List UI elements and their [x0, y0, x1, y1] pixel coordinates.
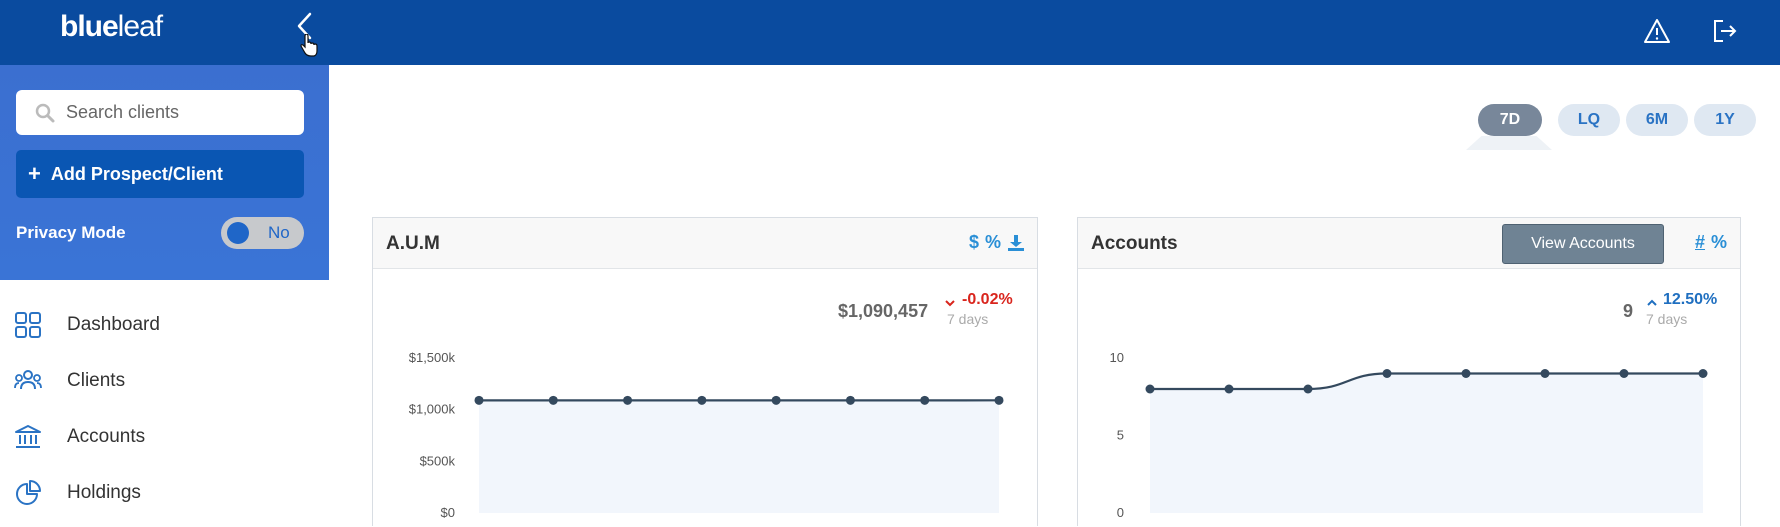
- blueleaf-logo[interactable]: blueleaf: [60, 10, 162, 44]
- y-tick-label: 0: [1117, 505, 1124, 520]
- sidebar-item-clients[interactable]: Clients: [0, 356, 329, 406]
- search-clients-input[interactable]: [66, 90, 296, 135]
- data-point[interactable]: [920, 396, 929, 405]
- y-tick-label: $0: [441, 505, 455, 520]
- sidebar-item-label: Holdings: [67, 482, 141, 504]
- range-6m-button[interactable]: 6M: [1626, 104, 1688, 136]
- data-point[interactable]: [1225, 385, 1234, 394]
- sidebar-item-label: Accounts: [67, 426, 145, 448]
- sidebar-panel: + Add Prospect/Client Privacy Mode No: [0, 65, 329, 280]
- data-point[interactable]: [697, 396, 706, 405]
- privacy-mode-toggle[interactable]: No: [221, 217, 304, 249]
- data-point[interactable]: [772, 396, 781, 405]
- dashboard-grid-icon: [14, 311, 42, 339]
- logout-icon[interactable]: [1711, 18, 1739, 44]
- plus-icon: +: [28, 161, 41, 187]
- sidebar-item-dashboard[interactable]: Dashboard: [0, 300, 329, 350]
- pie-chart-icon: [14, 479, 42, 507]
- y-tick-label: 5: [1117, 428, 1124, 443]
- y-tick-label: $500k: [420, 453, 456, 468]
- toggle-value: No: [268, 223, 290, 243]
- data-point[interactable]: [1146, 385, 1155, 394]
- data-point[interactable]: [1304, 385, 1313, 394]
- data-point[interactable]: [1462, 369, 1471, 378]
- people-icon: [14, 367, 42, 395]
- hand-cursor-icon: [300, 34, 318, 58]
- add-prospect-client-button[interactable]: + Add Prospect/Client: [16, 150, 304, 198]
- series-area: [479, 400, 999, 513]
- logo-bold-text: blue: [60, 10, 118, 43]
- data-point[interactable]: [846, 396, 855, 405]
- range-lq-button[interactable]: LQ: [1558, 104, 1620, 136]
- data-point[interactable]: [1541, 369, 1550, 378]
- series-area: [1150, 374, 1703, 514]
- y-tick-label: 10: [1110, 350, 1124, 365]
- privacy-mode-label: Privacy Mode: [16, 223, 126, 243]
- data-point[interactable]: [995, 396, 1004, 405]
- sidebar-item-label: Dashboard: [67, 314, 160, 336]
- y-tick-label: $1,000k: [409, 402, 456, 417]
- sidebar-item-holdings[interactable]: Holdings: [0, 468, 329, 518]
- data-point[interactable]: [549, 396, 558, 405]
- sidebar-item-label: Clients: [67, 370, 125, 392]
- data-point[interactable]: [623, 396, 632, 405]
- search-icon: [34, 102, 56, 124]
- add-button-label: Add Prospect/Client: [51, 164, 223, 185]
- accounts-card: Accounts View Accounts # % 9 12.50% 7 da…: [1077, 217, 1741, 526]
- sidebar-item-accounts[interactable]: Accounts: [0, 412, 329, 462]
- range-7d-button[interactable]: 7D: [1478, 104, 1542, 136]
- accounts-chart: 0 5 10: [1078, 218, 1740, 527]
- aum-card: A.U.M $ % $1,090,457 -0.02% 7 days $0$50…: [372, 217, 1038, 526]
- bank-icon: [14, 423, 42, 451]
- aum-chart: $0 $500k $1,000k $1,500k: [373, 218, 1037, 527]
- y-tick-label: $1,500k: [409, 350, 456, 365]
- data-point[interactable]: [1699, 369, 1708, 378]
- data-point[interactable]: [1383, 369, 1392, 378]
- search-box[interactable]: [16, 90, 304, 135]
- top-bar: blueleaf: [0, 0, 1780, 65]
- data-point[interactable]: [475, 396, 484, 405]
- range-pointer: [1466, 136, 1552, 150]
- data-point[interactable]: [1620, 369, 1629, 378]
- toggle-knob: [227, 222, 249, 244]
- warning-icon[interactable]: [1643, 18, 1671, 44]
- logo-light-text: leaf: [118, 10, 162, 43]
- range-1y-button[interactable]: 1Y: [1694, 104, 1756, 136]
